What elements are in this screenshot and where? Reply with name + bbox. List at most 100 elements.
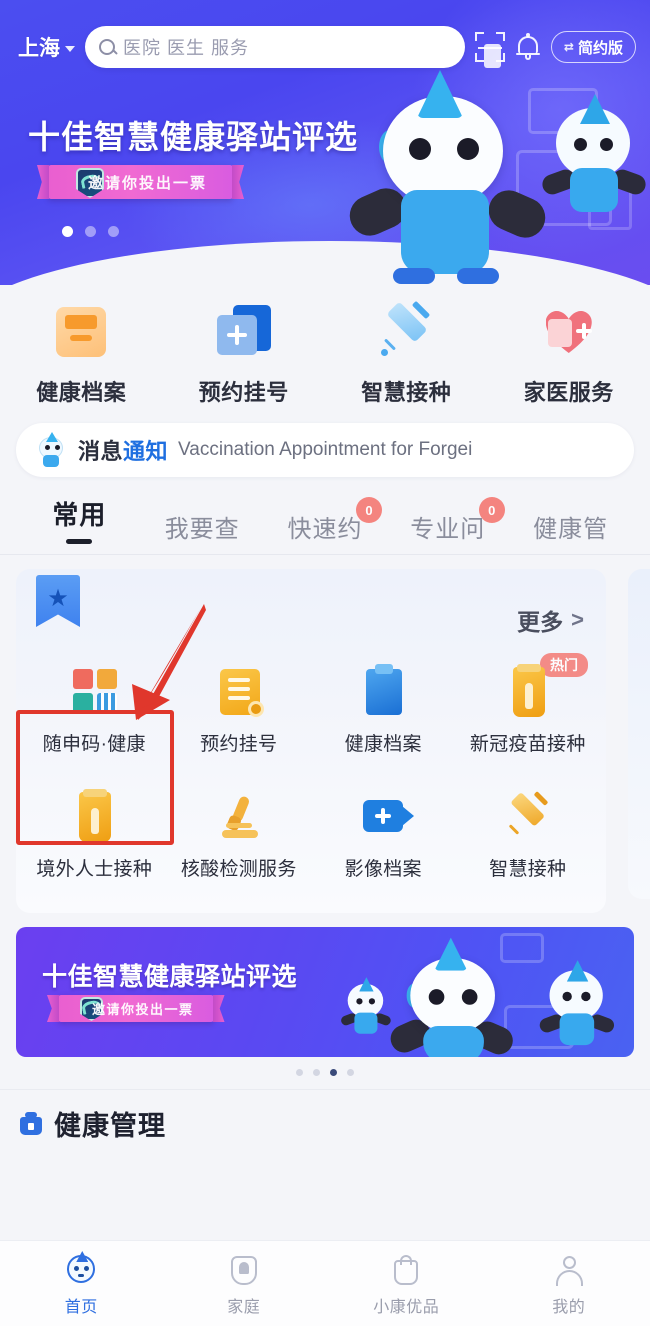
- carousel-dot[interactable]: [313, 1068, 320, 1076]
- carousel-dot[interactable]: [330, 1068, 337, 1076]
- grid-item-label: 境外人士接种: [36, 859, 153, 880]
- scan-code-icon: [474, 32, 505, 68]
- next-card-peek[interactable]: [628, 569, 650, 899]
- tabbar-item-family[interactable]: 家庭: [163, 1241, 326, 1326]
- category-tabs: 常用 我要查 快速约 0 专业问 0 健康管: [0, 477, 650, 544]
- search-placeholder: 医院 医生 服务: [123, 38, 250, 58]
- tabbar-item-home[interactable]: 首页: [0, 1241, 163, 1326]
- grid-item-label: 健康档案: [344, 734, 422, 755]
- star-glyph: ★: [47, 585, 69, 612]
- quick-action-label: 家医服务: [523, 380, 614, 405]
- smart-vaccination-icon: [375, 300, 437, 363]
- tab-label: 常用: [52, 500, 107, 530]
- grid-item-overseas-vaccination[interactable]: 境外人士接种: [22, 776, 167, 891]
- notification-title: 消息通知: [78, 434, 168, 466]
- person-icon: [552, 1254, 586, 1288]
- tab-active-underline: [66, 539, 93, 544]
- health-code-icon: [67, 665, 121, 719]
- covid-vial-icon: [67, 789, 121, 844]
- chevron-right-icon: >: [571, 607, 584, 632]
- hero-carousel-dots[interactable]: [62, 226, 119, 237]
- grid-item-label: 新冠疫苗接种: [469, 734, 586, 755]
- clipboard-icon: [356, 664, 410, 719]
- notifications-button[interactable]: [515, 33, 541, 61]
- search-icon: [99, 39, 115, 55]
- tab-woyaocha[interactable]: 我要查: [141, 509, 264, 544]
- city-label: 上海: [18, 37, 60, 60]
- bottom-banner-ribbon[interactable]: 邀请你投出一票: [58, 995, 214, 1022]
- bottom-mascot-main: [386, 937, 518, 1057]
- tabbar-label: 我的: [552, 1299, 586, 1316]
- more-button[interactable]: 更多 >: [517, 603, 584, 637]
- chevron-down-icon: [65, 45, 75, 52]
- carousel-dot[interactable]: [62, 226, 73, 237]
- scan-code-button[interactable]: [474, 32, 505, 68]
- quick-action-health-record[interactable]: 健康档案: [0, 301, 163, 407]
- bottom-banner-title: 十佳智慧健康驿站评选: [42, 963, 298, 991]
- tab-changyong[interactable]: 常用: [18, 495, 141, 544]
- family-icon: [227, 1254, 261, 1288]
- tab-zhuanyewen[interactable]: 专业问 0: [386, 497, 509, 544]
- carousel-dot[interactable]: [296, 1068, 303, 1076]
- tab-label: 我要查: [164, 516, 240, 543]
- bottom-mascot-small: [339, 977, 393, 1034]
- grid-item-label: 预约挂号: [200, 734, 278, 755]
- notification-bar[interactable]: 消息通知 Vaccination Appointment for Forgei: [16, 423, 634, 477]
- quick-action-label: 预约挂号: [198, 380, 289, 405]
- grid-item-nucleic-test[interactable]: 核酸检测服务: [167, 776, 312, 891]
- carousel-dot[interactable]: [85, 226, 96, 237]
- app-root: 十佳智慧健康驿站评选 邀请你投出一票 上海 医院 医生 服务 ⇄ 简约版 健康档…: [0, 0, 650, 1326]
- hero-mascot-main: [343, 70, 552, 284]
- grid-item-label: 影像档案: [344, 859, 422, 880]
- hero-ribbon-label: 邀请你投出一票: [88, 174, 208, 192]
- tabbar-label: 首页: [64, 1299, 98, 1316]
- search-input[interactable]: 医院 医生 服务: [85, 26, 465, 68]
- carousel-dot[interactable]: [108, 226, 119, 237]
- favorites-card: ★ 更多 > 随申码·健康 预约挂号 健康档案 热门 新冠疫苗接种 境外人士接种…: [16, 569, 606, 913]
- bottom-carousel-dots[interactable]: [16, 1057, 634, 1087]
- appointment-form-icon: [212, 665, 266, 719]
- notification-title-part1: 消息: [78, 439, 124, 464]
- hero-banner-ribbon[interactable]: 邀请你投出一票: [48, 165, 234, 199]
- grid-item-smart-vaccination[interactable]: 智慧接种: [456, 776, 601, 891]
- shopping-bag-icon: [389, 1254, 423, 1288]
- tab-jiankangguan[interactable]: 健康管: [509, 509, 632, 544]
- simple-mode-button[interactable]: ⇄ 简约版: [550, 31, 636, 63]
- monitor-decoration-icon-2: [500, 933, 544, 963]
- tab-badge: 0: [479, 497, 506, 523]
- tabbar-label: 家庭: [227, 1299, 261, 1316]
- bottom-ribbon-label: 邀请你投出一票: [92, 1002, 194, 1017]
- tab-kuaisuyue[interactable]: 快速约 0: [264, 497, 387, 544]
- tab-label: 专业问 0: [410, 497, 506, 544]
- quick-action-family-doctor[interactable]: 家医服务: [488, 301, 650, 407]
- grid-item-label: 随申码·健康: [42, 734, 146, 755]
- grid-item-health-record[interactable]: 健康档案: [311, 651, 456, 766]
- quick-action-appointment[interactable]: 预约挂号: [163, 301, 326, 407]
- carousel-dot[interactable]: [347, 1068, 354, 1076]
- notification-text: Vaccination Appointment for Forgei: [178, 439, 473, 460]
- bottom-banner-section: 十佳智慧健康驿站评选 邀请你投出一票: [0, 913, 650, 1087]
- health-management-section-header: 健康管理: [0, 1090, 650, 1143]
- home-mascot-icon: [64, 1251, 98, 1288]
- hero-banner-title: 十佳智慧健康驿站评选: [28, 119, 359, 155]
- grid-item-health-code[interactable]: 随申码·健康: [22, 651, 167, 766]
- tabbar-item-profile[interactable]: 我的: [488, 1241, 650, 1326]
- imaging-camera-icon: [356, 790, 415, 844]
- tabbar-item-shop[interactable]: 小康优品: [325, 1241, 488, 1326]
- grid-item-imaging-record[interactable]: 影像档案: [311, 776, 456, 891]
- hero-banner-carousel[interactable]: 十佳智慧健康驿站评选 邀请你投出一票 上海 医院 医生 服务 ⇄ 简约版: [0, 0, 650, 285]
- top-header-bar: 上海 医院 医生 服务 ⇄ 简约版: [0, 0, 650, 68]
- city-selector[interactable]: 上海: [18, 32, 75, 62]
- grid-item-appointment[interactable]: 预约挂号: [167, 651, 312, 766]
- grid-item-label: 智慧接种: [489, 859, 567, 880]
- bottom-mascot-side: [537, 960, 617, 1046]
- favorites-grid: 随申码·健康 预约挂号 健康档案 热门 新冠疫苗接种 境外人士接种 核酸检测服务…: [16, 651, 606, 891]
- bottom-banner-carousel[interactable]: 十佳智慧健康驿站评选 邀请你投出一票: [16, 927, 634, 1057]
- grid-item-covid-vaccine[interactable]: 热门 新冠疫苗接种: [456, 651, 601, 766]
- tabbar-label: 小康优品: [373, 1299, 440, 1316]
- quick-action-smart-vaccination[interactable]: 智慧接种: [325, 300, 488, 407]
- appointment-icon: [213, 301, 275, 363]
- family-doctor-icon: [538, 301, 600, 363]
- mascot-icon: [34, 432, 68, 467]
- tab-label: 快速约 0: [287, 497, 383, 544]
